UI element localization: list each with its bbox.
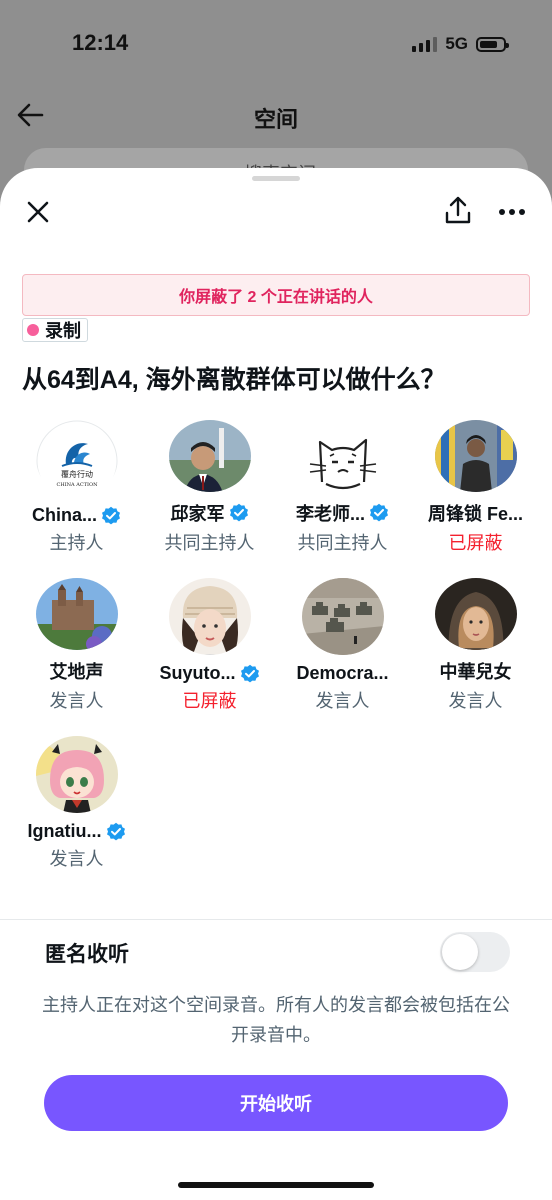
blocked-speakers-banner: 你屏蔽了 2 个正在讲话的人 [22, 274, 530, 316]
participant[interactable]: 覆舟行动 CHINA ACTION China... 主持人 [10, 420, 143, 555]
participant-name-row: 周锋锁 Fe... [428, 500, 523, 526]
participant[interactable]: 中華兒女 发言人 [409, 578, 542, 713]
participant-name: 邱家军 [170, 504, 225, 524]
blocked-banner-text: 你屏蔽了 2 个正在讲话的人 [179, 289, 373, 306]
divider [0, 919, 552, 920]
avatar [168, 578, 251, 655]
avatar [301, 578, 384, 655]
verified-badge-icon [240, 664, 259, 682]
participant-name-row: Ignatiu... [28, 821, 126, 842]
participant-name-row: Democra... [296, 663, 388, 684]
home-indicator [178, 1182, 374, 1188]
recording-dot-icon [27, 324, 39, 336]
signal-icon [412, 36, 438, 52]
battery-icon [476, 36, 509, 52]
space-title: 从64到A4, 海外离散群体可以做什么？ [22, 366, 446, 394]
participant-name: Ignatiu... [27, 821, 102, 841]
participant-name: 艾地声 [49, 662, 104, 682]
toggle-knob [442, 934, 478, 970]
participant[interactable]: Ignatiu... 发言人 [10, 736, 143, 871]
participant-name-row: 艾地声 [50, 658, 104, 684]
participant-role: 发言人 [315, 691, 370, 711]
participant-role: 共同主持人 [297, 533, 388, 553]
anonymous-listen-toggle[interactable] [440, 932, 510, 972]
anonymous-listen-label: 匿名收听 [45, 943, 129, 966]
participant[interactable]: 周锋锁 Fe... 已屏蔽 [409, 420, 542, 555]
recording-label: 录制 [45, 321, 81, 341]
participant-role: 发言人 [49, 849, 104, 869]
avatar: 覆舟行动 CHINA ACTION [35, 420, 118, 497]
logo-line-2: CHINA ACTION [56, 482, 98, 488]
avatar [301, 420, 384, 492]
start-listening-label: 开始收听 [240, 1094, 312, 1114]
participant-name: 周锋锁 Fe... [427, 504, 523, 524]
verified-badge-icon [106, 822, 125, 840]
more-icon[interactable] [498, 208, 526, 216]
verified-badge-icon [102, 506, 120, 524]
avatar [434, 420, 517, 492]
network-type: 5G [445, 34, 468, 53]
participant-role: 共同主持人 [164, 533, 255, 553]
participant-role: 发言人 [448, 691, 503, 711]
share-icon[interactable] [444, 194, 472, 226]
participant[interactable]: Suyuto... 已屏蔽 [143, 578, 276, 713]
participant[interactable]: 艾地声 发言人 [10, 578, 143, 713]
participant-role: 已屏蔽 [448, 533, 503, 553]
status-indicators: 5G [412, 34, 509, 54]
verified-badge-icon [229, 503, 248, 522]
participant-role: 已屏蔽 [182, 691, 237, 711]
participant[interactable]: 李老师... 共同主持人 [276, 420, 409, 555]
avatar [434, 578, 517, 650]
participant-role: 主持人 [49, 533, 104, 553]
participant-name: Democra... [296, 663, 389, 683]
participant[interactable]: Democra... 发言人 [276, 578, 409, 713]
avatar [35, 736, 118, 813]
sheet-grabber[interactable] [252, 176, 300, 181]
avatar [168, 420, 251, 492]
logo-line-1: 覆舟行动 [61, 469, 93, 479]
participant-name-row: 中華兒女 [440, 658, 512, 684]
participant-role: 发言人 [49, 691, 104, 711]
status-bar: 12:14 5G [0, 0, 552, 90]
participant-name: 李老师... [295, 504, 365, 524]
participant[interactable]: 邱家军 共同主持人 [143, 420, 276, 555]
participant-name: Suyuto... [159, 663, 236, 683]
participant-name-row: 李老师... [296, 500, 389, 526]
participant-name-row: China... [32, 505, 121, 526]
participant-name: China... [31, 505, 97, 525]
participants-grid: 覆舟行动 CHINA ACTION China... 主持人 邱家军 共同主持人… [10, 420, 542, 871]
participant-name-row: 邱家军 [171, 500, 249, 526]
space-sheet: 你屏蔽了 2 个正在讲话的人 录制 从64到A4, 海外离散群体可以做什么？ 覆… [0, 168, 552, 1200]
verified-badge-icon [370, 503, 388, 522]
participant-name-row: Suyuto... [160, 663, 260, 684]
participant-name: 中華兒女 [439, 662, 512, 682]
background-page-title: 空间 [253, 107, 298, 132]
close-icon[interactable] [24, 198, 52, 226]
avatar [35, 578, 118, 650]
recording-badge: 录制 [22, 318, 88, 342]
recording-notice: 主持人正在对这个空间录音。所有人的发言都会被包括在公开录音中。 [42, 995, 510, 1045]
status-time: 12:14 [72, 30, 129, 55]
start-listening-button[interactable]: 开始收听 [44, 1075, 508, 1131]
